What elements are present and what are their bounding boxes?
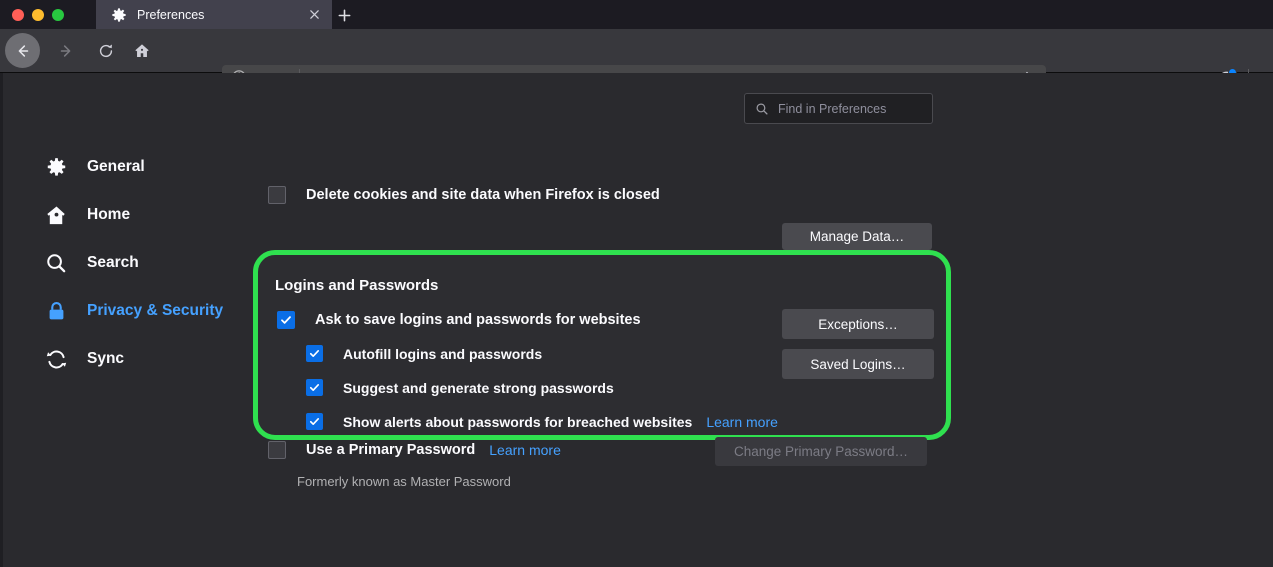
change-primary-password-button[interactable]: Change Primary Password…: [715, 437, 927, 466]
search-placeholder: Find in Preferences: [778, 102, 886, 116]
delete-cookies-label: Delete cookies and site data when Firefo…: [306, 187, 660, 203]
navigation-toolbar: Firefox about:preferences#privacy: [0, 29, 1273, 73]
suggest-strong-passwords-checkbox[interactable]: [306, 379, 323, 396]
sidebar-item-sync[interactable]: Sync: [43, 335, 243, 383]
saved-logins-button[interactable]: Saved Logins…: [782, 349, 934, 379]
forward-button[interactable]: [54, 39, 77, 62]
exceptions-button[interactable]: Exceptions…: [782, 309, 934, 339]
sidebar-item-label: Sync: [87, 350, 124, 368]
browser-window: Preferences: [0, 0, 1273, 567]
suggest-strong-passwords-label: Suggest and generate strong passwords: [343, 380, 614, 396]
use-primary-password-label: Use a Primary Password: [306, 442, 475, 458]
delete-cookies-row[interactable]: Delete cookies and site data when Firefo…: [268, 186, 660, 204]
gear-icon: [43, 154, 69, 180]
tab-preferences[interactable]: Preferences: [96, 0, 332, 29]
home-icon: [43, 202, 69, 228]
ask-to-save-logins-row[interactable]: Ask to save logins and passwords for web…: [277, 311, 641, 329]
autofill-logins-label: Autofill logins and passwords: [343, 346, 542, 362]
gear-icon: [111, 7, 127, 23]
sync-icon: [43, 346, 69, 372]
zoom-window-button[interactable]: [52, 9, 64, 21]
logins-section-title: Logins and Passwords: [275, 277, 438, 294]
ask-to-save-logins-label: Ask to save logins and passwords for web…: [315, 312, 641, 328]
tab-title: Preferences: [137, 8, 303, 22]
minimize-window-button[interactable]: [32, 9, 44, 21]
tab-bar: Preferences: [0, 0, 1273, 29]
new-tab-button[interactable]: [333, 4, 355, 26]
autofill-logins-row[interactable]: Autofill logins and passwords: [306, 345, 542, 362]
reload-button[interactable]: [94, 39, 117, 62]
autofill-logins-checkbox[interactable]: [306, 345, 323, 362]
sidebar-item-general[interactable]: General: [43, 143, 243, 191]
suggest-strong-passwords-row[interactable]: Suggest and generate strong passwords: [306, 379, 614, 396]
search-icon: [43, 250, 69, 276]
back-button[interactable]: [5, 33, 40, 68]
breach-alerts-label: Show alerts about passwords for breached…: [343, 414, 692, 430]
breach-alerts-checkbox[interactable]: [306, 413, 323, 430]
sidebar-item-privacy-security[interactable]: Privacy & Security: [43, 287, 243, 335]
delete-cookies-checkbox[interactable]: [268, 186, 286, 204]
use-primary-password-row[interactable]: Use a Primary Password Learn more: [268, 441, 561, 459]
search-input[interactable]: Find in Preferences: [744, 93, 933, 124]
preferences-page: Find in Preferences General: [0, 73, 1273, 567]
sidebar-item-label: General: [87, 158, 145, 176]
ask-to-save-logins-checkbox[interactable]: [277, 311, 295, 329]
sidebar-item-label: Privacy & Security: [87, 302, 223, 320]
use-primary-password-checkbox[interactable]: [268, 441, 286, 459]
home-button[interactable]: [130, 39, 153, 62]
primary-password-learn-more-link[interactable]: Learn more: [489, 442, 561, 458]
manage-data-button[interactable]: Manage Data…: [782, 223, 932, 250]
window-traffic-lights: [12, 9, 64, 21]
sidebar-item-label: Search: [87, 254, 139, 272]
lock-icon: [43, 298, 69, 324]
sidebar-item-label: Home: [87, 206, 130, 224]
preferences-sidebar: General Home Search: [43, 143, 243, 383]
breach-alerts-learn-more-link[interactable]: Learn more: [706, 414, 778, 430]
logins-and-passwords-highlight: Logins and Passwords Ask to save logins …: [253, 250, 951, 440]
close-icon[interactable]: [303, 4, 325, 26]
sidebar-item-search[interactable]: Search: [43, 239, 243, 287]
search-icon: [755, 102, 769, 116]
primary-password-hint: Formerly known as Master Password: [297, 474, 511, 489]
sidebar-item-home[interactable]: Home: [43, 191, 243, 239]
close-window-button[interactable]: [12, 9, 24, 21]
breach-alerts-row[interactable]: Show alerts about passwords for breached…: [306, 413, 778, 430]
